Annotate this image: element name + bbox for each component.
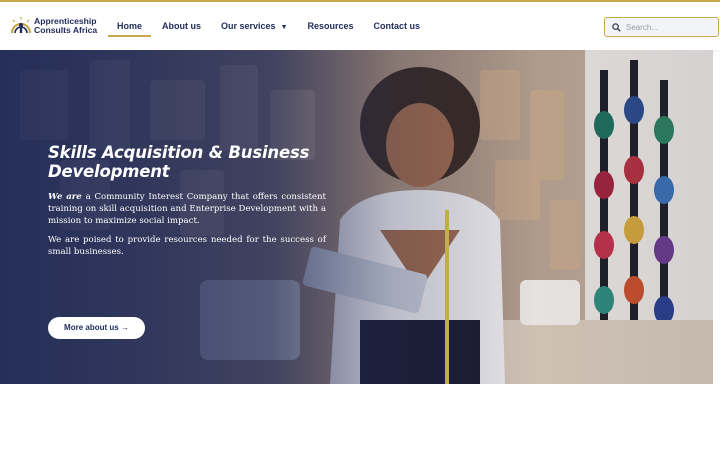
search-icon[interactable] bbox=[608, 17, 624, 37]
hero-mission-paragraph: We are poised to provide resources neede… bbox=[48, 235, 326, 257]
hero-title: Skills Acquisition & Business Developmen… bbox=[48, 143, 326, 181]
chevron-down-icon: ▼ bbox=[280, 24, 288, 31]
nav-item-about-us[interactable]: About us bbox=[153, 15, 210, 37]
nav-item-home[interactable]: Home bbox=[108, 15, 152, 37]
nav-item-label: Home bbox=[117, 21, 143, 31]
logo-mark-icon bbox=[10, 16, 32, 36]
nav-item-our-services[interactable]: Our services ▼ bbox=[212, 15, 296, 37]
nav-item-resources[interactable]: Resources bbox=[299, 15, 363, 37]
nav-item-label: Our services bbox=[221, 21, 276, 31]
hero-banner: Skills Acquisition & Business Developmen… bbox=[0, 50, 713, 384]
more-about-us-button[interactable]: More about us → bbox=[48, 317, 145, 339]
nav-item-contact-us[interactable]: Contact us bbox=[365, 15, 430, 37]
hero-intro-paragraph: We are a Community Interest Company that… bbox=[48, 191, 326, 227]
hero-title-line2: Development bbox=[48, 162, 170, 181]
logo[interactable]: Apprenticeship Consults Africa bbox=[10, 16, 97, 36]
logo-text-line2: Consults Africa bbox=[34, 25, 98, 35]
emphasis-we: We bbox=[48, 192, 63, 202]
logo-text: Apprenticeship Consults Africa bbox=[34, 17, 97, 35]
arrow-right-icon: → bbox=[120, 323, 129, 332]
main-nav: Home About us Our services ▼ Resources Co… bbox=[108, 15, 431, 37]
hero-intro-text: a Community Interest Company that offers… bbox=[48, 192, 327, 226]
emphasis-are: are bbox=[66, 192, 82, 202]
hero-content: Skills Acquisition & Business Developmen… bbox=[48, 143, 326, 339]
nav-item-label: Contact us bbox=[373, 21, 421, 31]
nav-item-label: About us bbox=[162, 21, 202, 31]
hero-title-line1: Skills Acquisition & Business bbox=[48, 143, 310, 162]
site-header: Apprenticeship Consults Africa Home Abou… bbox=[0, 2, 720, 50]
search-input[interactable] bbox=[626, 22, 716, 32]
search-box bbox=[604, 17, 719, 37]
nav-item-label: Resources bbox=[307, 21, 354, 31]
cta-label: More about us bbox=[64, 323, 119, 332]
